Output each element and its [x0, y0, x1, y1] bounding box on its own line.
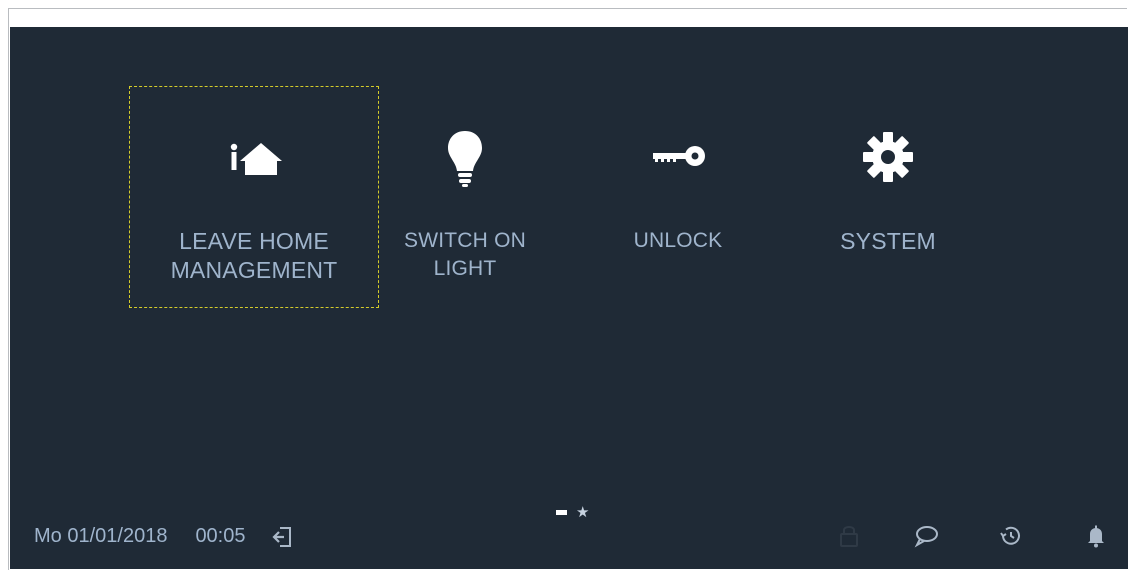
page-dot-active[interactable] — [556, 510, 567, 515]
lock-icon[interactable] — [836, 523, 862, 549]
status-bar: Mo 01/01/2018 00:05 — [34, 525, 294, 548]
tile-label: LEAVE HOME MANAGEMENT — [170, 228, 338, 283]
tile-label: UNLOCK — [633, 229, 723, 252]
gear-icon — [862, 131, 914, 188]
tile-label: SWITCH ON LIGHT — [404, 229, 526, 280]
switch-on-light-button[interactable]: SWITCH ON LIGHT — [380, 87, 550, 307]
leave-home-icon — [226, 139, 282, 186]
exit-icon[interactable] — [271, 526, 294, 548]
favorites-page-star-icon[interactable]: ★ — [576, 505, 589, 520]
date-label: Mo 01/01/2018 — [34, 525, 168, 547]
light-bulb-icon — [446, 129, 484, 192]
page-indicator[interactable]: ★ — [556, 505, 589, 520]
bell-icon[interactable] — [1083, 523, 1109, 549]
leave-home-management-button[interactable]: LEAVE HOME MANAGEMENT — [129, 86, 379, 308]
key-icon — [649, 145, 707, 172]
panel-screen: LEAVE HOME MANAGEMENT SWITCH ON LIGHT UN… — [10, 27, 1128, 569]
message-icon[interactable] — [913, 523, 939, 549]
unlock-button[interactable]: UNLOCK — [608, 87, 748, 307]
system-button[interactable]: SYSTEM — [808, 87, 968, 307]
history-icon[interactable] — [998, 523, 1024, 549]
time-label: 00:05 — [195, 525, 246, 547]
tile-label: SYSTEM — [840, 228, 936, 254]
